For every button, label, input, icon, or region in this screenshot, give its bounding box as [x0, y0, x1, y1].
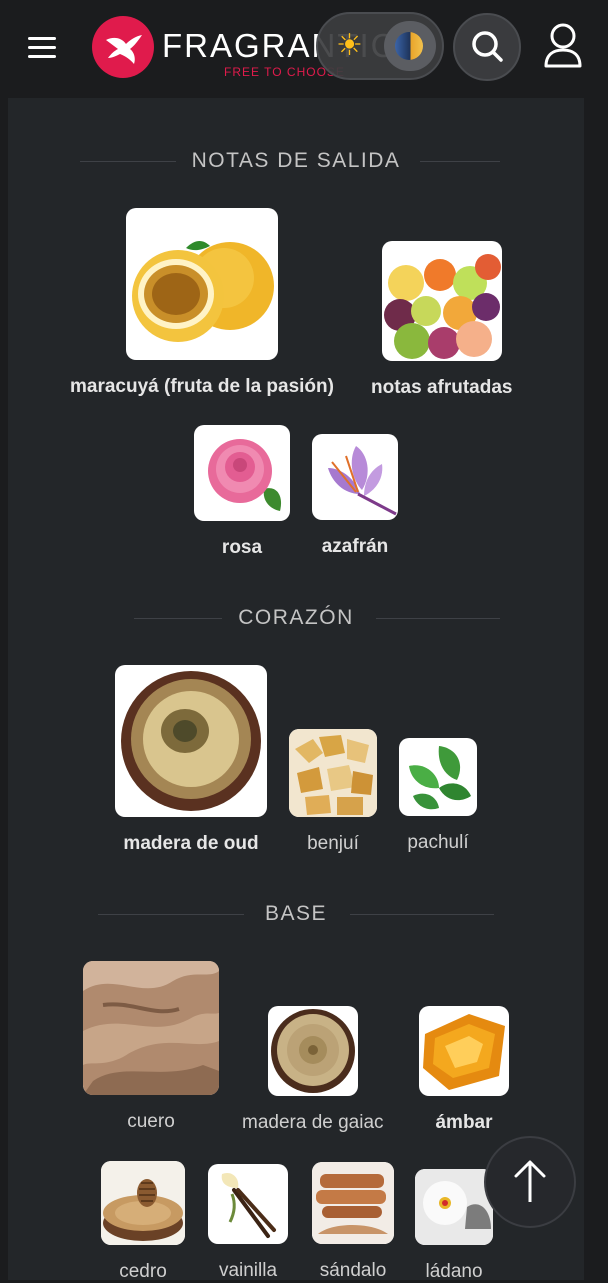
note-label: benjuí: [307, 833, 359, 854]
note-sandalwood[interactable]: sándalo: [312, 1162, 394, 1282]
benzoin-image: [289, 729, 377, 817]
scroll-to-top-button[interactable]: [484, 1136, 576, 1228]
note-label: cuero: [127, 1111, 175, 1132]
note-rose[interactable]: rosa: [194, 425, 290, 559]
note-label: notas afrutadas: [371, 377, 513, 398]
section-divider: [376, 618, 500, 619]
note-guaiac-wood[interactable]: madera de gaiac: [242, 1006, 384, 1134]
moon-icon: [384, 21, 436, 71]
note-fruity-notes[interactable]: notas afrutadas: [371, 241, 512, 399]
vanilla-image: [208, 1164, 288, 1244]
section-divider: [420, 161, 500, 162]
arrow-up-icon: [514, 1160, 546, 1202]
search-button[interactable]: [453, 13, 521, 81]
section-title-base-notes: BASE: [264, 902, 328, 925]
sun-icon: ☀: [336, 29, 363, 62]
note-label: rosa: [221, 537, 263, 558]
user-account-button[interactable]: [538, 20, 588, 72]
note-cedar[interactable]: cedro: [101, 1161, 185, 1283]
saffron-image: [312, 434, 398, 520]
note-label: madera de gaiac: [242, 1112, 384, 1133]
note-label: madera de oud: [123, 833, 259, 854]
leather-image: [83, 961, 219, 1095]
section-divider: [350, 914, 494, 915]
cedar-image: [101, 1161, 185, 1245]
hamburger-menu-icon[interactable]: [24, 33, 60, 63]
note-oud-wood[interactable]: madera de oud: [115, 665, 267, 855]
search-icon: [472, 31, 503, 62]
guaiac-wood-image: [267, 1006, 358, 1096]
labdanum-image: [415, 1169, 493, 1245]
fruits-image: [381, 241, 502, 361]
note-amber[interactable]: ámbar: [419, 1006, 509, 1134]
note-patchouli[interactable]: pachulí: [399, 738, 477, 854]
user-icon: [544, 23, 582, 68]
note-vanilla[interactable]: vainilla: [208, 1164, 288, 1282]
passion-fruit-image: [125, 208, 278, 360]
note-label: ámbar: [435, 1112, 493, 1133]
notes-pyramid-panel: NOTAS DE SALIDA maracuyá (fruta de la pa…: [8, 98, 584, 1283]
note-label: maracuyá (fruta de la pasión): [70, 376, 334, 397]
note-benzoin[interactable]: benjuí: [289, 729, 377, 855]
note-leather[interactable]: cuero: [83, 961, 219, 1133]
top-navigation-bar: FRAGRANTICA FREE TO CHOOSE ☀: [0, 0, 608, 96]
amber-image: [419, 1006, 509, 1096]
patchouli-image: [399, 738, 477, 816]
rose-image: [194, 425, 290, 521]
oud-wood-image: [115, 665, 267, 817]
note-label: pachulí: [407, 832, 469, 853]
note-label: sándalo: [319, 1260, 387, 1281]
note-labdanum[interactable]: ládano: [415, 1169, 493, 1283]
sandalwood-image: [312, 1162, 394, 1244]
fragrantica-logo-icon[interactable]: [92, 16, 154, 78]
note-passion-fruit[interactable]: maracuyá (fruta de la pasión): [70, 208, 334, 398]
note-label: vainilla: [218, 1260, 278, 1281]
theme-toggle[interactable]: ☀: [316, 12, 444, 80]
note-saffron[interactable]: azafrán: [312, 434, 398, 558]
note-label: azafrán: [321, 536, 389, 557]
